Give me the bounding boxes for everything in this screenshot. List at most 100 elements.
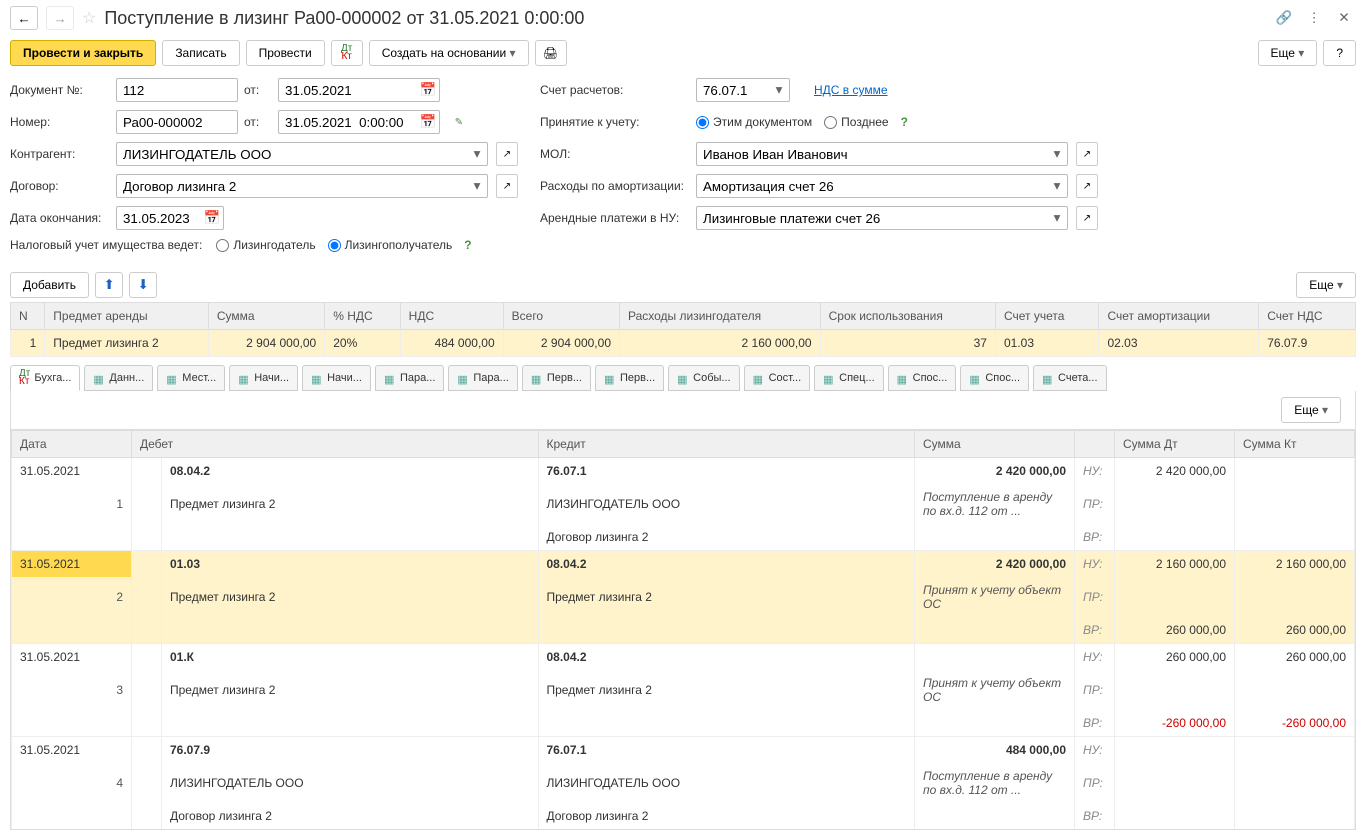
help-button[interactable]: ? [1323,40,1356,66]
open-icon[interactable]: ↗ [496,142,518,166]
tab-11[interactable]: Спец... [814,365,884,391]
col-sum[interactable]: Сумма [208,303,324,330]
more-button[interactable]: Еще [1258,40,1318,66]
deprec-label: Расходы по амортизации: [540,179,690,193]
tab-9[interactable]: Собы... [668,365,739,391]
open-icon[interactable]: ↗ [1076,174,1098,198]
contragent-input[interactable] [116,142,488,166]
tab-6[interactable]: Пара... [448,365,517,391]
tab-13[interactable]: Спос... [960,365,1029,391]
help-icon[interactable]: ? [901,115,908,129]
doc-date-input[interactable] [278,78,440,102]
tab-7[interactable]: Перв... [522,365,591,391]
dtkt-button[interactable]: ДтКт [331,40,363,66]
doc-no-input[interactable] [116,78,238,102]
ledger-row[interactable]: 31.05.202101.К08.04.2НУ:260 000,00260 00… [12,644,1355,671]
deprec-input[interactable] [696,174,1068,198]
doc-no-label: Документ №: [10,83,110,97]
calendar-icon[interactable]: 📅 [418,112,438,132]
print-button[interactable]: 🖨 [535,40,567,66]
tab-0[interactable]: ДтКтБухга... [10,365,80,391]
tab-4[interactable]: Начи... [302,365,371,391]
col-sum-dt[interactable]: Сумма Дт [1115,431,1235,458]
ledger-row[interactable]: 31.05.202101.0308.04.22 420 000,00НУ:2 1… [12,551,1355,578]
chevron-down-icon[interactable]: ▾ [468,144,486,164]
col-use-period[interactable]: Срок использования [820,303,995,330]
close-icon[interactable]: ✕ [1332,6,1356,30]
save-button[interactable]: Записать [162,40,239,66]
ledger-more-button[interactable]: Еще [1281,397,1341,423]
nav-forward[interactable]: → [46,6,74,30]
create-based-button[interactable]: Создать на основании [369,40,529,66]
rent-input[interactable] [696,206,1068,230]
ledger-row[interactable]: 31.05.202108.04.276.07.12 420 000,00НУ:2… [12,458,1355,485]
tax-opt2[interactable]: Лизингополучатель [328,238,453,252]
ledger-table: Дата Дебет Кредит Сумма Сумма Дт Сумма К… [11,430,1355,829]
menu-icon[interactable]: ⋮ [1302,6,1326,30]
post-close-button[interactable]: Провести и закрыть [10,40,156,66]
open-icon[interactable]: ↗ [1076,142,1098,166]
nav-back[interactable]: ← [10,6,38,30]
tab-10[interactable]: Сост... [744,365,811,391]
col-credit[interactable]: Кредит [538,431,915,458]
add-button[interactable]: Добавить [10,272,89,298]
link-icon[interactable]: 🔗 [1272,6,1296,30]
post-button[interactable]: Провести [246,40,325,66]
open-icon[interactable]: ↗ [496,174,518,198]
col-vat[interactable]: НДС [400,303,503,330]
edit-icon[interactable]: ✎ [448,110,470,134]
move-down-button[interactable]: ⬇ [129,272,157,298]
move-up-button[interactable]: ⬆ [95,272,123,298]
chevron-down-icon[interactable]: ▾ [1048,144,1066,164]
star-icon[interactable]: ☆ [82,8,96,28]
number-label: Номер: [10,115,110,129]
tab-12[interactable]: Спос... [888,365,957,391]
chevron-down-icon[interactable]: ▾ [1048,208,1066,228]
ledger-sub: 4ЛИЗИНГОДАТЕЛЬ ОООЛИЗИНГОДАТЕЛЬ ОООПосту… [12,763,1355,803]
col-sum[interactable]: Сумма [915,431,1075,458]
ledger-row[interactable]: 31.05.202176.07.976.07.1484 000,00НУ: [12,737,1355,764]
chevron-down-icon[interactable]: ▾ [468,176,486,196]
tab-14[interactable]: Счета... [1033,365,1107,391]
vat-link[interactable]: НДС в сумме [814,83,888,97]
chevron-down-icon[interactable]: ▾ [1048,176,1066,196]
ledger-sub: ВР:-260 000,00-260 000,00 [12,710,1355,737]
tab-1[interactable]: Данн... [84,365,153,391]
tab-5[interactable]: Пара... [375,365,444,391]
col-debit[interactable]: Дебет [132,431,539,458]
grid-icon [897,373,909,383]
contragent-label: Контрагент: [10,147,110,161]
accept-opt1[interactable]: Этим документом [696,115,812,129]
mol-input[interactable] [696,142,1068,166]
col-vat-pct[interactable]: % НДС [325,303,400,330]
tab-2[interactable]: Мест... [157,365,225,391]
col-total[interactable]: Всего [503,303,619,330]
number-input[interactable] [116,110,238,134]
calendar-icon[interactable]: 📅 [418,80,438,100]
open-icon[interactable]: ↗ [1076,206,1098,230]
calendar-icon[interactable]: 📅 [202,208,222,228]
number-date-input[interactable] [278,110,440,134]
help-icon[interactable]: ? [464,238,471,252]
col-vat-acct[interactable]: Счет НДС [1259,303,1356,330]
items-table: N Предмет аренды Сумма % НДС НДС Всего Р… [10,302,1356,357]
tab-8[interactable]: Перв... [595,365,664,391]
col-n[interactable]: N [11,303,45,330]
items-more-button[interactable]: Еще [1296,272,1356,298]
col-deprec-acct[interactable]: Счет амортизации [1099,303,1259,330]
dtkt-icon: ДтКт [19,370,30,386]
contract-input[interactable] [116,174,488,198]
col-subject[interactable]: Предмет аренды [45,303,209,330]
tax-opt1[interactable]: Лизингодатель [216,238,315,252]
ledger-sub: 3Предмет лизинга 2Предмет лизинга 2Приня… [12,670,1355,710]
tab-3[interactable]: Начи... [229,365,298,391]
grid-icon [457,373,469,383]
col-lessor-exp[interactable]: Расходы лизингодателя [620,303,821,330]
col-date[interactable]: Дата [12,431,132,458]
accept-label: Принятие к учету: [540,115,690,129]
chevron-down-icon[interactable]: ▾ [770,80,788,100]
table-row[interactable]: 1Предмет лизинга 22 904 000,0020%484 000… [11,330,1356,357]
col-sum-kt[interactable]: Сумма Кт [1235,431,1355,458]
col-acct[interactable]: Счет учета [995,303,1099,330]
accept-opt2[interactable]: Позднее [824,115,888,129]
